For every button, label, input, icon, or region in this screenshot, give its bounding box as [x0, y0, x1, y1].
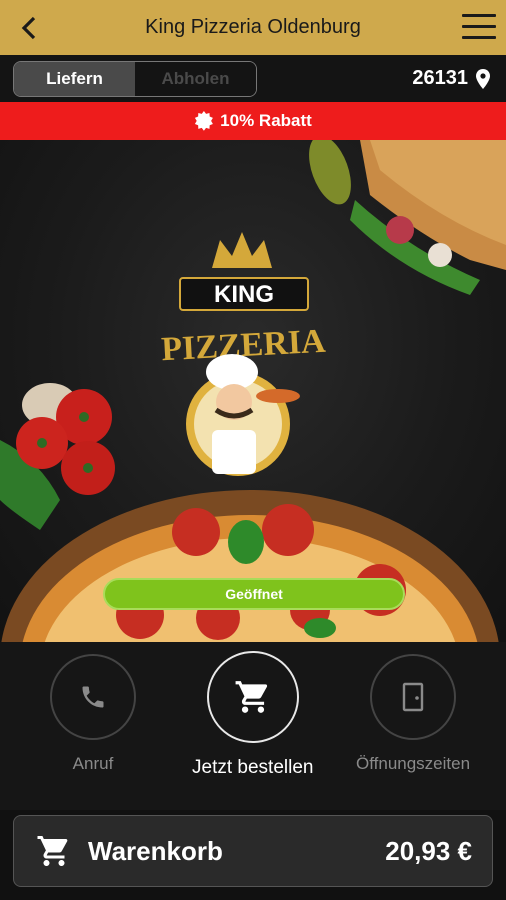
- cart-total: 20,93 €: [385, 835, 472, 866]
- king-pizzeria-logo: KING PIZZERIA: [160, 232, 327, 476]
- cart-label: Warenkorb: [88, 835, 223, 866]
- mode-pickup-option[interactable]: Abholen: [135, 62, 256, 96]
- order-now-label: Jetzt bestellen: [192, 757, 314, 778]
- opening-hours-label: Öffnungszeiten: [356, 754, 471, 773]
- hamburger-menu-icon: [462, 14, 496, 17]
- delivery-mode-toggle: Liefern Abholen: [13, 61, 257, 97]
- hero-illustration: KING PIZZERIA: [0, 140, 506, 642]
- mode-bar: Liefern Abholen 26131: [0, 55, 506, 102]
- promo-banner[interactable]: 10% Rabatt: [0, 102, 506, 140]
- logo-king-text: KING: [214, 281, 274, 308]
- cart-icon: [235, 681, 267, 713]
- page-title: King Pizzeria Oldenburg: [145, 16, 361, 38]
- call-button[interactable]: Anruf: [50, 654, 136, 774]
- cart-button[interactable]: Warenkorb 20,93 €: [13, 815, 493, 887]
- action-row: Anruf Jetzt bestellen Öffnungszeiten: [0, 642, 506, 810]
- order-now-button[interactable]: Jetzt bestellen: [192, 651, 313, 779]
- door-icon: [402, 682, 424, 712]
- hero-banner: KING PIZZERIA: [0, 140, 506, 642]
- badge-icon: [195, 111, 214, 131]
- zip-code: 26131: [412, 67, 468, 89]
- promo-text: 10% Rabatt: [220, 111, 312, 130]
- pizza-image: [1, 490, 499, 642]
- opening-hours-button[interactable]: Öffnungszeiten: [356, 654, 470, 774]
- mode-delivery-option[interactable]: Liefern: [14, 62, 135, 96]
- open-status-badge[interactable]: Geöffnet: [103, 578, 405, 610]
- cart-icon: [37, 836, 68, 866]
- phone-icon: [82, 686, 104, 708]
- back-button[interactable]: [14, 13, 44, 43]
- menu-button[interactable]: [462, 14, 496, 40]
- sandwich-image: [309, 140, 506, 295]
- map-pin-icon: [476, 68, 490, 89]
- back-arrow-icon: [21, 16, 36, 40]
- app-header: King Pizzeria Oldenburg: [0, 0, 506, 55]
- zip-selector[interactable]: 26131: [412, 67, 490, 90]
- tomatoes-image: [0, 383, 115, 530]
- call-label: Anruf: [72, 754, 114, 773]
